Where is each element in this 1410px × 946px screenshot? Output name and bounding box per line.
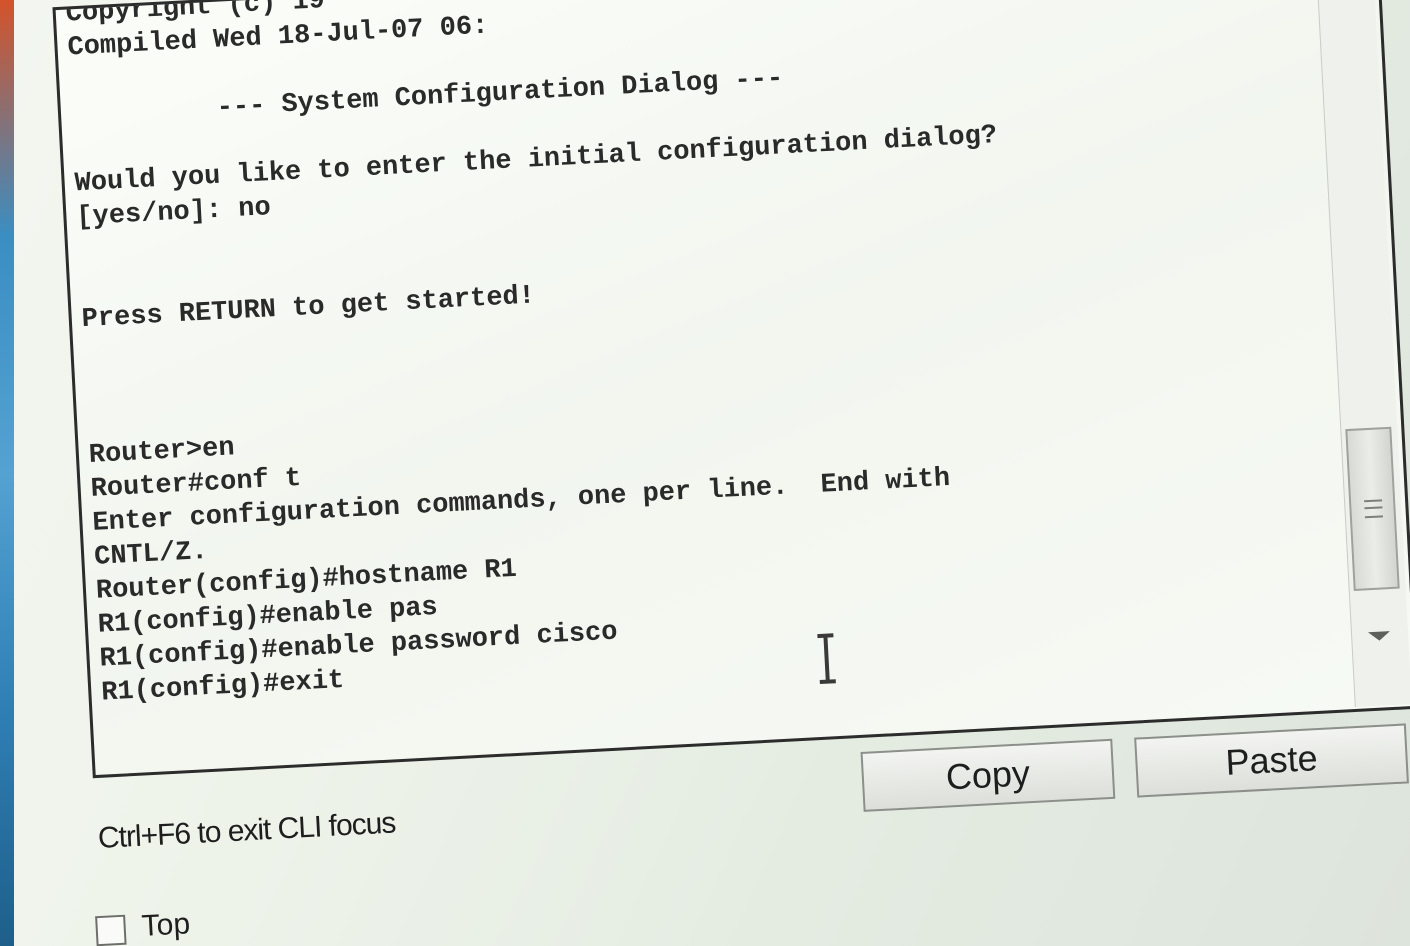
- paste-button[interactable]: Paste: [1134, 723, 1409, 798]
- cli-terminal[interactable]: Copyright (c) 19 Compiled Wed 18-Jul-07 0…: [52, 0, 1410, 779]
- scroll-down-arrow-icon[interactable]: [1367, 631, 1391, 642]
- screen-photo: Copyright (c) 19 Compiled Wed 18-Jul-07 0…: [0, 0, 1410, 946]
- cli-window: Copyright (c) 19 Compiled Wed 18-Jul-07 0…: [0, 0, 1410, 946]
- grip-lines-icon: [1364, 499, 1383, 519]
- i-beam-cursor-icon: [817, 633, 836, 685]
- scroll-thumb[interactable]: [1345, 426, 1400, 591]
- top-checkbox-label: Top: [140, 907, 191, 943]
- cli-focus-hint: Ctrl+F6 to exit CLI focus: [97, 806, 397, 855]
- terminal-output: Copyright (c) 19 Compiled Wed 18-Jul-07 0…: [65, 0, 1341, 711]
- copy-button[interactable]: Copy: [860, 738, 1116, 812]
- top-checkbox[interactable]: [95, 914, 127, 946]
